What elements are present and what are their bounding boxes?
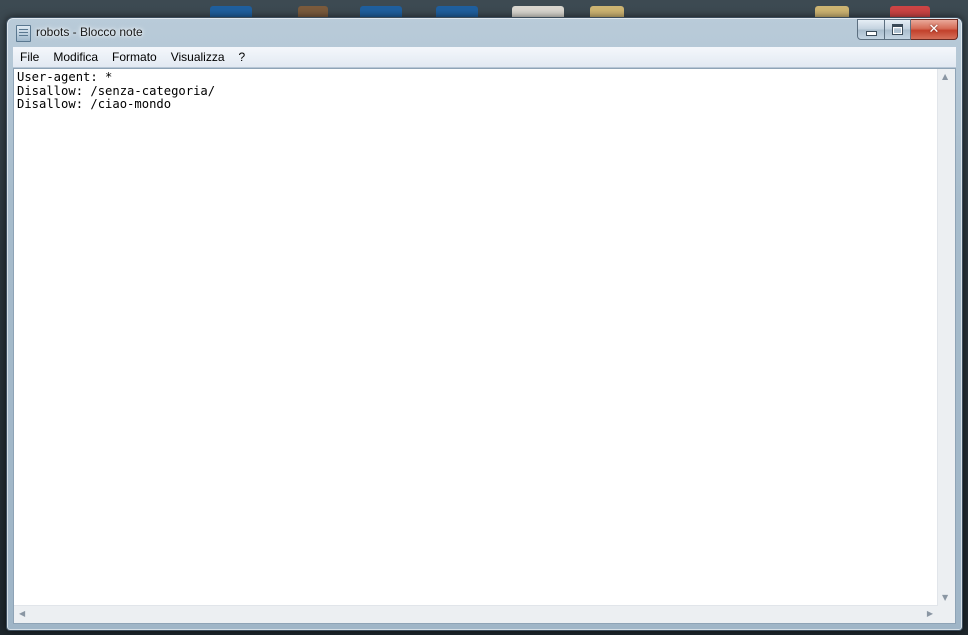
window-title: robots - Blocco note: [36, 25, 143, 39]
scrollbar-corner: [938, 606, 955, 623]
menu-formato[interactable]: Formato: [105, 47, 164, 67]
vertical-scrollbar[interactable]: ▲ ▼: [937, 69, 955, 606]
title-bar[interactable]: robots - Blocco note ✕: [7, 18, 962, 46]
text-line: Disallow: /senza-categoria/: [17, 83, 216, 98]
text-line: User-agent: *: [17, 70, 113, 84]
notepad-icon[interactable]: [16, 25, 31, 42]
horizontal-scrollbar[interactable]: ◀ ▶: [14, 605, 938, 623]
scroll-right-icon[interactable]: ▶: [927, 610, 933, 618]
notepad-window: robots - Blocco note ✕ File Modifica For…: [6, 17, 963, 631]
menu-visualizza[interactable]: Visualizza: [164, 47, 232, 67]
scroll-down-icon[interactable]: ▼: [942, 594, 948, 602]
minimize-button[interactable]: [857, 19, 885, 40]
text-editor[interactable]: User-agent: * Disallow: /senza-categoria/…: [13, 68, 956, 624]
menu-bar: File Modifica Formato Visualizza ?: [13, 47, 956, 68]
close-button[interactable]: ✕: [911, 19, 958, 40]
menu-modifica[interactable]: Modifica: [46, 47, 105, 67]
menu-file[interactable]: File: [13, 47, 46, 67]
minimize-icon: [865, 30, 877, 36]
scroll-up-icon[interactable]: ▲: [942, 73, 948, 81]
menu-help[interactable]: ?: [232, 47, 253, 67]
text-line: Disallow: /ciao-mondo: [17, 97, 172, 111]
caption-buttons: ✕: [857, 19, 958, 40]
close-icon: ✕: [928, 22, 940, 37]
maximize-icon: [892, 24, 903, 35]
maximize-button[interactable]: [885, 19, 911, 40]
scroll-left-icon[interactable]: ◀: [19, 610, 25, 618]
document-text[interactable]: User-agent: * Disallow: /senza-categoria/…: [17, 70, 935, 603]
